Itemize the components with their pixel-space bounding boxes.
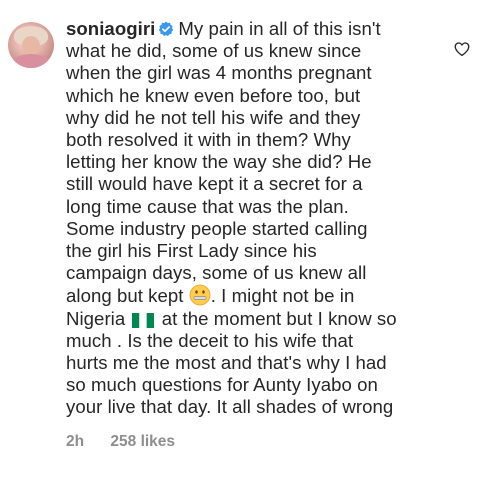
comment-line: campaign days, some of us knew all (66, 262, 367, 284)
verified-badge-icon (159, 21, 174, 36)
comment-line: so much questions for Aunty Iyabo on (66, 374, 378, 396)
comment-text: along but kept (66, 285, 189, 307)
comment-line: the girl his First Lady since his (66, 240, 317, 262)
nigeria-flag-icon (132, 312, 155, 328)
comment-line: both resolved it with in them? Why (66, 129, 351, 151)
comment-line: long time cause that was the plan. (66, 195, 349, 217)
comment-line: letting her know the way she did? He (66, 151, 372, 173)
likes-count[interactable]: 258 likes (110, 433, 175, 451)
comment-line: Nigeria at the moment but I know so (66, 308, 436, 330)
comment-body: soniaogiri My pain in all of this isn't w… (66, 18, 436, 419)
heart-outline-icon[interactable] (453, 40, 471, 58)
comment: soniaogiri My pain in all of this isn't w… (0, 0, 488, 478)
comment-line: along but kept . I might not be in (66, 284, 436, 307)
comment-line: why did he not tell his wife and they (66, 106, 361, 128)
comment-text: My pain in all of this isn't (178, 18, 381, 39)
comment-line: hurts me the most and that's why I had (66, 352, 387, 374)
comment-line: which he knew even before too, but (66, 84, 361, 106)
comment-line: Some industry people started calling (66, 217, 368, 239)
comment-text: . I might not be in (210, 285, 355, 307)
avatar-face (22, 36, 40, 56)
comment-line: much . Is the deceit to his wife that (66, 329, 354, 351)
avatar[interactable] (8, 22, 54, 68)
comment-meta: 2h 258 likes (66, 433, 175, 451)
comment-line: soniaogiri My pain in all of this isn't (66, 18, 436, 40)
comment-line: your live that day. It all shades of wro… (66, 396, 394, 418)
username[interactable]: soniaogiri (66, 18, 155, 39)
comment-line: what he did, some of us knew since (66, 40, 362, 62)
comment-line: still would have kept it a secret for a (66, 173, 363, 195)
avatar-shoulder (12, 54, 50, 68)
timestamp[interactable]: 2h (66, 433, 84, 451)
comment-text: Nigeria (66, 307, 131, 329)
zipper-mouth-face-icon (189, 285, 211, 306)
comment-text: at the moment but I know so (156, 307, 397, 329)
comment-line: when the girl was 4 months pregnant (66, 62, 372, 84)
